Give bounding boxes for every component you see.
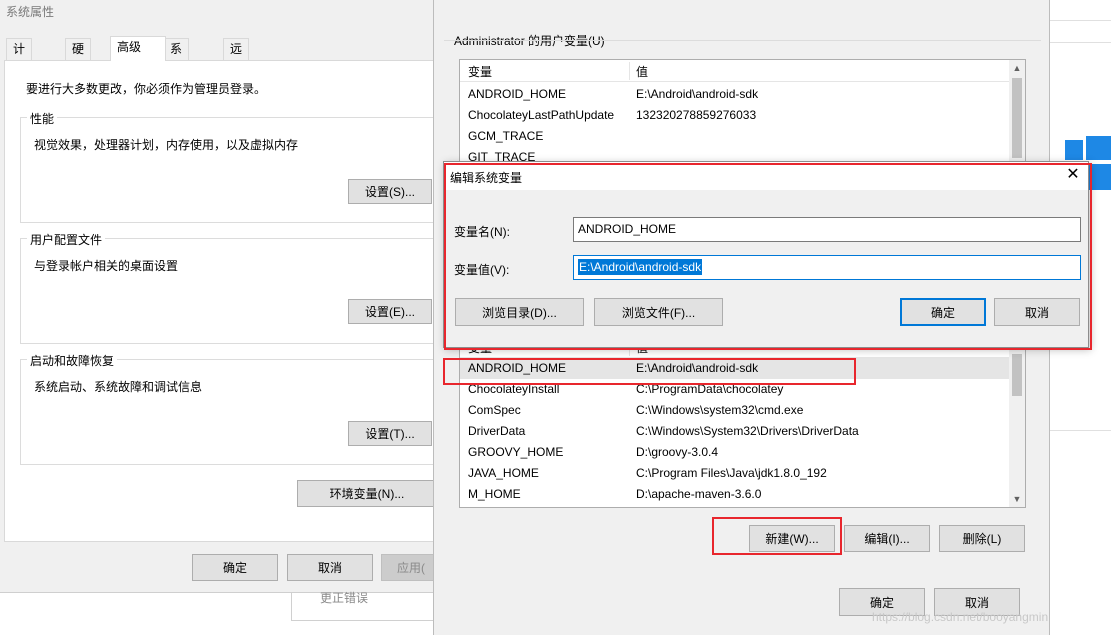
column-separator <box>629 62 630 80</box>
table-row[interactable]: ComSpec C:\Windows\system32\cmd.exe <box>460 400 1009 421</box>
windows-logo-icon <box>1086 164 1111 190</box>
user-profiles-settings-button[interactable]: 设置(E)... <box>348 299 432 324</box>
variable-name: GCM_TRACE <box>468 129 544 143</box>
selected-text: E:\Android\android-sdk <box>578 259 703 275</box>
variable-value: C:\Windows\System32\Drivers\DriverData <box>636 424 859 438</box>
variable-name: GROOVY_HOME <box>468 445 564 459</box>
column-header-value[interactable]: 值 <box>636 63 648 80</box>
variable-name: ChocolateyLastPathUpdate <box>468 108 615 122</box>
variable-value: E:\Android\android-sdk <box>636 87 759 101</box>
performance-group: 性能 视觉效果，处理器计划，内存使用，以及虚拟内存 设置(S)... <box>20 110 460 223</box>
advanced-tab-panel: 要进行大多数更改，你必须作为管理员登录。 性能 视觉效果，处理器计划，内存使用，… <box>4 60 460 542</box>
variable-value: C:\Windows\system32\cmd.exe <box>636 403 804 417</box>
group-title: 启动和故障恢复 <box>27 352 118 369</box>
scrollbar[interactable]: ▲ <box>1009 60 1025 173</box>
cancel-button[interactable]: 取消 <box>287 554 373 581</box>
system-variables-list[interactable]: 变量 值 ANDROID_HOME E:\Android\android-sdk… <box>459 335 1026 508</box>
windows-logo-icon <box>1086 136 1111 160</box>
dialog-title: 编辑系统变量 <box>450 171 523 185</box>
dialog-title: 系统属性 <box>6 5 55 19</box>
group-border <box>444 40 1041 41</box>
table-row[interactable]: ChocolateyInstall C:\ProgramData\chocola… <box>460 379 1009 400</box>
table-row[interactable]: M_HOME D:\apache-maven-3.6.0 <box>460 484 1009 505</box>
tab-system-protection[interactable]: 系统保护 <box>163 38 190 116</box>
variable-value: 132320278859276033 <box>636 108 757 122</box>
variable-name: DriverData <box>468 424 526 438</box>
table-row[interactable]: DriverData C:\Windows\System32\Drivers\D… <box>460 421 1009 442</box>
scrollbar[interactable]: ▲ ▼ <box>1009 336 1025 507</box>
variable-value-label: 变量值(V): <box>454 263 510 277</box>
variable-value: D:\apache-maven-3.6.0 <box>636 487 762 501</box>
variable-name: ChocolateyInstall <box>468 382 560 396</box>
user-variables-list[interactable]: 变量 值 ANDROID_HOME E:\Android\android-sdk… <box>459 59 1026 174</box>
ok-button[interactable]: 确定 <box>900 298 986 326</box>
user-profiles-group: 用户配置文件 与登录帐户相关的桌面设置 设置(E)... <box>20 231 460 344</box>
variable-name: ANDROID_HOME <box>468 361 567 375</box>
group-title: 用户配置文件 <box>27 231 106 248</box>
ok-button[interactable]: 确定 <box>192 554 278 581</box>
divider <box>1050 42 1111 43</box>
group-description: 与登录帐户相关的桌面设置 <box>34 259 179 273</box>
startup-recovery-settings-button[interactable]: 设置(T)... <box>348 421 432 446</box>
browse-directory-button[interactable]: 浏览目录(D)... <box>455 298 584 326</box>
cancel-button[interactable]: 取消 <box>994 298 1080 326</box>
variable-name: ComSpec <box>468 403 521 417</box>
variable-name: ANDROID_HOME <box>468 87 567 101</box>
tab-remote[interactable]: 远程 <box>223 38 250 76</box>
startup-recovery-group: 启动和故障恢复 系统启动、系统故障和调试信息 设置(T)... <box>20 352 460 465</box>
table-row[interactable]: GCM_TRACE <box>460 126 1009 147</box>
variable-name: JAVA_HOME <box>468 466 539 480</box>
new-variable-button[interactable]: 新建(W)... <box>749 525 835 552</box>
table-row-selected[interactable]: ANDROID_HOME E:\Android\android-sdk <box>460 358 1009 379</box>
admin-notice: 要进行大多数更改，你必须作为管理员登录。 <box>26 82 267 96</box>
close-icon[interactable]: ✕ <box>1064 166 1082 184</box>
variable-value: C:\ProgramData\chocolatey <box>636 382 784 396</box>
group-description: 系统启动、系统故障和调试信息 <box>34 380 203 394</box>
table-row[interactable]: GROOVY_HOME D:\groovy-3.0.4 <box>460 442 1009 463</box>
table-row[interactable]: JAVA_HOME C:\Program Files\Java\jdk1.8.0… <box>460 463 1009 484</box>
tab-computer-name[interactable]: 计算机名 <box>6 38 33 116</box>
variable-value: E:\Android\android-sdk <box>636 361 759 375</box>
system-properties-dialog: 系统属性 计算机名 硬件 高级 系统保护 远程 要进行大多数更改，你必须作为管理… <box>0 0 460 593</box>
chevron-down-icon[interactable]: ▼ <box>1009 491 1025 507</box>
delete-variable-button[interactable]: 删除(L) <box>939 525 1025 552</box>
variable-name-field[interactable]: ANDROID_HOME <box>573 217 1081 242</box>
variable-value: C:\Program Files\Java\jdk1.8.0_192 <box>636 466 827 480</box>
table-row[interactable]: ANDROID_HOME E:\Android\android-sdk <box>460 84 1009 105</box>
scrollbar-thumb[interactable] <box>1012 354 1022 396</box>
scrollbar-thumb[interactable] <box>1012 78 1022 158</box>
background-window-fragment: 更正错误 <box>291 591 434 621</box>
divider <box>1050 20 1111 21</box>
list-header: 变量 值 <box>460 60 1009 82</box>
title-bar: 编辑系统变量 ✕ <box>444 162 1088 190</box>
variable-value: D:\groovy-3.0.4 <box>636 445 719 459</box>
variable-name-label: 变量名(N): <box>454 225 510 239</box>
apply-button[interactable]: 应用( <box>381 554 441 581</box>
group-title: 性能 <box>27 110 58 127</box>
divider <box>1050 430 1111 431</box>
windows-logo-icon <box>1065 140 1083 160</box>
edit-system-variable-dialog: 编辑系统变量 ✕ 变量名(N): ANDROID_HOME 变量值(V): E:… <box>443 161 1089 348</box>
watermark: https://blog.csdn.net/booyangmin <box>872 610 1049 624</box>
performance-settings-button[interactable]: 设置(S)... <box>348 179 432 204</box>
partial-text: 更正错误 <box>320 591 369 605</box>
tab-hardware[interactable]: 硬件 <box>65 38 92 76</box>
group-description: 视觉效果，处理器计划，内存使用，以及虚拟内存 <box>34 138 299 152</box>
environment-variables-button[interactable]: 环境变量(N)... <box>297 480 437 507</box>
variable-value-field[interactable]: E:\Android\android-sdk <box>573 255 1081 280</box>
column-header-name[interactable]: 变量 <box>468 63 492 80</box>
edit-variable-button[interactable]: 编辑(I)... <box>844 525 930 552</box>
tab-advanced[interactable]: 高级 <box>110 36 166 61</box>
chevron-up-icon[interactable]: ▲ <box>1009 60 1025 76</box>
table-row[interactable]: ChocolateyLastPathUpdate 132320278859276… <box>460 105 1009 126</box>
browse-file-button[interactable]: 浏览文件(F)... <box>594 298 723 326</box>
variable-name: M_HOME <box>468 487 521 501</box>
